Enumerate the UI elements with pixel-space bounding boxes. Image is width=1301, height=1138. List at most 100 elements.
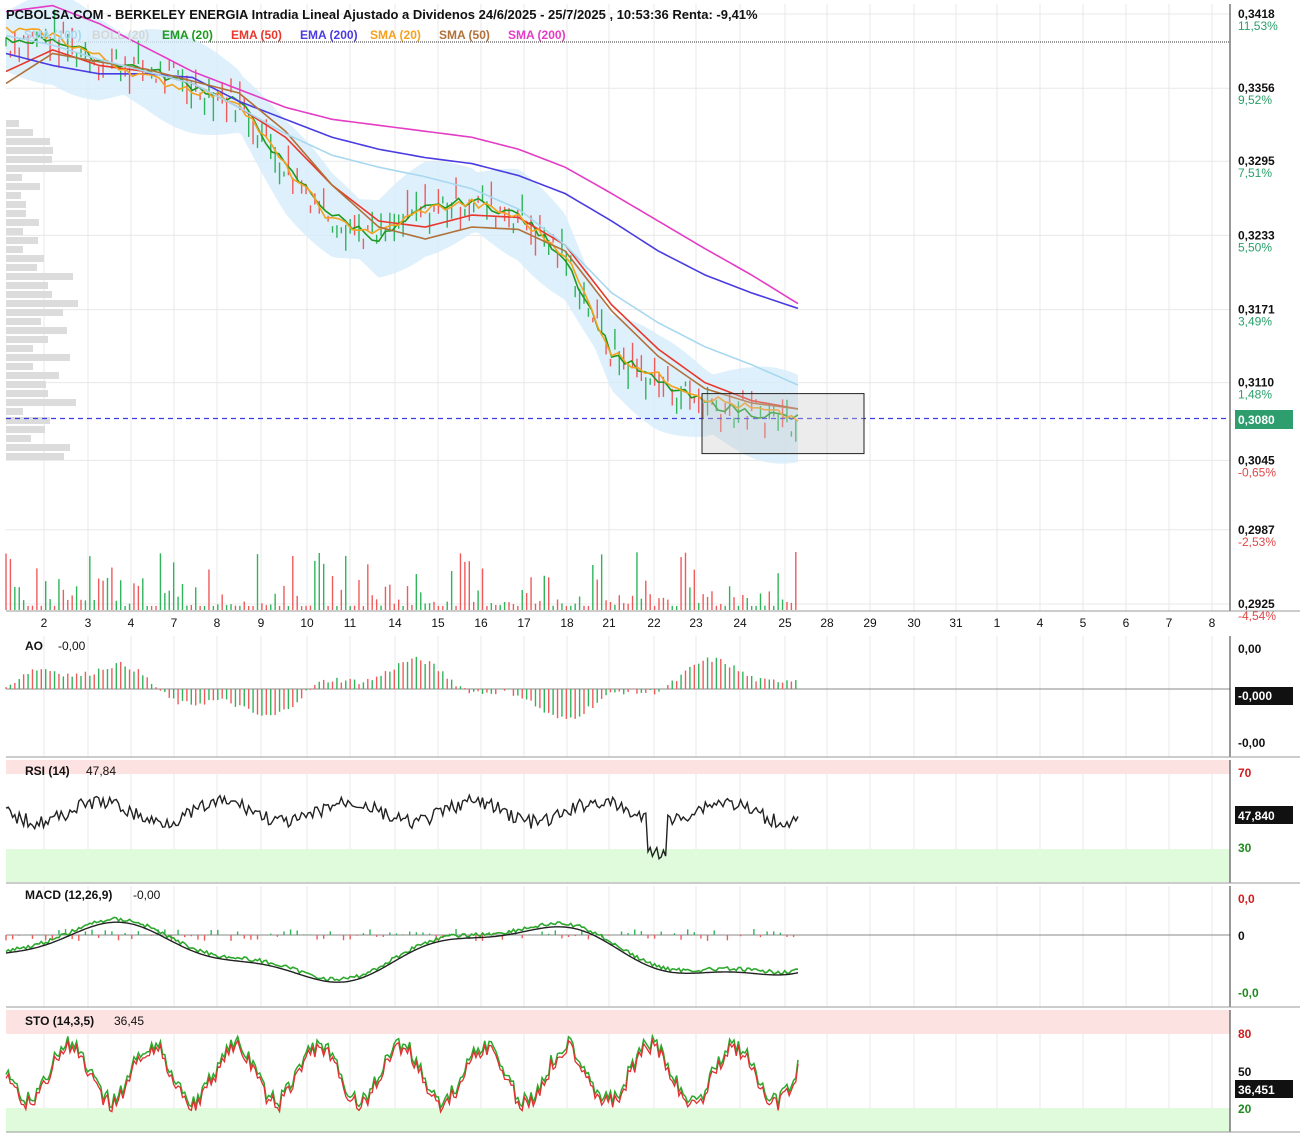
x-tick-label: 21 bbox=[602, 616, 616, 630]
volume-profile-bar bbox=[6, 282, 48, 289]
macd-title: MACD (12,26,9) bbox=[25, 888, 112, 902]
ao-tick-top: 0,00 bbox=[1238, 642, 1262, 656]
x-tick-label: 1 bbox=[994, 616, 1001, 630]
volume-profile-bar bbox=[6, 291, 52, 298]
ao-tick-bottom: -0,00 bbox=[1238, 736, 1266, 750]
rsi-tick-70: 70 bbox=[1238, 766, 1252, 780]
x-tick-label: 31 bbox=[949, 616, 963, 630]
price-current-value: 0,3080 bbox=[1238, 413, 1275, 427]
x-tick-label: 10 bbox=[300, 616, 314, 630]
x-tick-label: 9 bbox=[258, 616, 265, 630]
volume-profile-bar bbox=[6, 372, 59, 379]
volume-profile-bar bbox=[6, 228, 23, 235]
macd-tick-zero: 0 bbox=[1238, 929, 1245, 943]
x-tick-label: 29 bbox=[863, 616, 877, 630]
volume-profile-bar bbox=[6, 336, 48, 343]
legend-ema-50: EMA (50) bbox=[231, 28, 282, 42]
volume-profile-bar bbox=[6, 183, 40, 190]
volume-profile-bar bbox=[6, 426, 45, 433]
volume-profile-bar bbox=[6, 453, 64, 460]
volume-profile-bar bbox=[6, 399, 76, 406]
volume-profile-bar bbox=[6, 174, 22, 181]
highlight-box bbox=[701, 393, 865, 455]
volume-profile-bar bbox=[6, 264, 37, 271]
volume-profile-bar bbox=[6, 408, 23, 415]
volume-profile-bar bbox=[6, 246, 23, 253]
pct-tick-label: 1,48% bbox=[1238, 388, 1272, 402]
pct-tick-label: 11,53% bbox=[1238, 19, 1278, 33]
x-tick-label: 17 bbox=[517, 616, 531, 630]
volume-profile-bar bbox=[6, 444, 70, 451]
pct-tick-label: 3,49% bbox=[1238, 315, 1272, 329]
volume-profile-bar bbox=[6, 318, 41, 325]
chart-canvas[interactable]: 0,341811,53%0,33569,52%0,32957,51%0,3233… bbox=[0, 0, 1301, 1138]
pct-tick-label: 9,52% bbox=[1238, 93, 1272, 107]
volume-profile-bar bbox=[6, 345, 33, 352]
rsi-title: RSI (14) bbox=[25, 764, 70, 778]
rsi-oversold-zone bbox=[6, 849, 1230, 882]
volume-profile-bar bbox=[6, 309, 63, 316]
volume-profile-bar bbox=[6, 210, 26, 217]
volume-profile-bar bbox=[6, 273, 73, 280]
volume-profile-bar bbox=[6, 354, 70, 361]
sto-overbought-zone bbox=[6, 1010, 1230, 1034]
x-tick-label: 7 bbox=[1166, 616, 1173, 630]
volume-profile-bar bbox=[6, 255, 44, 262]
macd-tick-top: 0,0 bbox=[1238, 892, 1255, 906]
x-tick-label: 3 bbox=[85, 616, 92, 630]
sto-tick-50: 50 bbox=[1238, 1065, 1252, 1079]
legend-boll-20: BOLL (20) bbox=[92, 28, 149, 42]
x-tick-label: 28 bbox=[820, 616, 834, 630]
volume-profile-bar bbox=[6, 156, 52, 163]
x-tick-label: 11 bbox=[344, 616, 357, 630]
x-tick-label: 4 bbox=[1037, 616, 1044, 630]
x-tick-label: 23 bbox=[689, 616, 703, 630]
rsi-overbought-zone bbox=[6, 760, 1230, 774]
volume-profile-bar bbox=[6, 300, 78, 307]
volume-profile-bar bbox=[6, 147, 53, 154]
pct-tick-label: 7,51% bbox=[1238, 166, 1272, 180]
volume-profile-bar bbox=[6, 237, 38, 244]
volume-profile-bar bbox=[6, 363, 33, 370]
rsi-current-value: 47,840 bbox=[1238, 809, 1275, 823]
x-tick-label: 30 bbox=[907, 616, 921, 630]
x-tick-label: 18 bbox=[560, 616, 574, 630]
pct-tick-label: -2,53% bbox=[1238, 535, 1276, 549]
chart-title: PCBOLSA.COM - BERKELEY ENERGIA Intradia … bbox=[6, 7, 758, 22]
ao-value: -0,00 bbox=[58, 639, 86, 653]
legend-sma-100: SMA (100) bbox=[24, 28, 82, 42]
x-tick-label: 6 bbox=[1123, 616, 1130, 630]
sto-title: STO (14,3,5) bbox=[25, 1014, 94, 1028]
sto-tick-80: 80 bbox=[1238, 1027, 1252, 1041]
x-tick-label: 22 bbox=[647, 616, 661, 630]
rsi-tick-30: 30 bbox=[1238, 841, 1252, 855]
sto-oversold-zone bbox=[6, 1108, 1230, 1132]
sto-current-badge: 36,451 bbox=[1235, 1080, 1293, 1098]
legend-sma-50: SMA (50) bbox=[439, 28, 490, 42]
x-tick-label: 25 bbox=[778, 616, 792, 630]
pct-tick-label: -0,65% bbox=[1238, 465, 1276, 479]
volume-profile-bar bbox=[6, 192, 21, 199]
sto-current-value: 36,451 bbox=[1238, 1083, 1275, 1097]
sto-value: 36,45 bbox=[114, 1014, 144, 1028]
x-tick-label: 14 bbox=[388, 616, 402, 630]
volume-profile-bar bbox=[6, 327, 67, 334]
volume-profile-bar bbox=[6, 390, 48, 397]
ao-current-value: -0,000 bbox=[1238, 689, 1272, 703]
rsi-value: 47,84 bbox=[86, 764, 116, 778]
ao-title: AO bbox=[25, 639, 43, 653]
x-tick-label: 15 bbox=[431, 616, 445, 630]
x-tick-label: 5 bbox=[1080, 616, 1087, 630]
volume-profile-bar bbox=[6, 165, 82, 172]
volume-profile-bar bbox=[6, 129, 33, 136]
legend-ema-200: EMA (200) bbox=[300, 28, 358, 42]
macd-tick-bottom: -0,0 bbox=[1238, 986, 1259, 1000]
volume-profile-bar bbox=[6, 219, 39, 226]
legend-sma-20: SMA (20) bbox=[370, 28, 421, 42]
x-tick-label: 8 bbox=[214, 616, 221, 630]
x-tick-label: 2 bbox=[41, 616, 48, 630]
pct-tick-label: -4,54% bbox=[1238, 609, 1276, 623]
price-current-badge: 0,3080 bbox=[1235, 410, 1293, 429]
x-tick-label: 8 bbox=[1209, 616, 1216, 630]
volume-profile-bar bbox=[6, 138, 50, 145]
